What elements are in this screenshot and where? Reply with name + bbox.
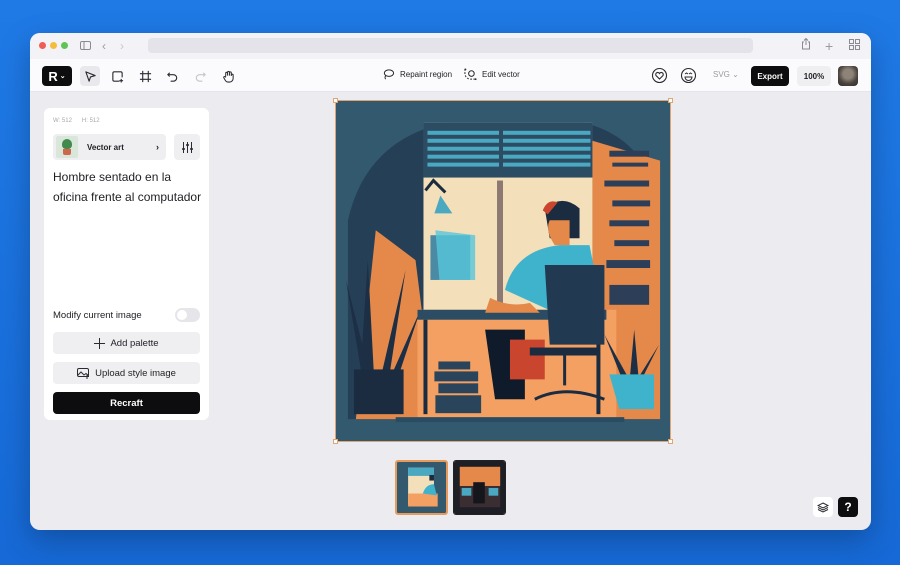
- hand-icon: [222, 70, 234, 83]
- repaint-region-label: Repaint region: [400, 70, 453, 79]
- style-settings-button[interactable]: [174, 134, 200, 160]
- app-logo-menu[interactable]: R ⌄: [42, 66, 72, 86]
- browser-titlebar: ‹ › +: [30, 33, 871, 59]
- canvas-image-frame[interactable]: [333, 98, 673, 444]
- redo-icon: [195, 71, 206, 82]
- zoom-window-button[interactable]: [61, 42, 68, 49]
- close-window-button[interactable]: [39, 42, 46, 49]
- style-name: Vector art: [87, 142, 124, 152]
- width-label: W: 512: [53, 118, 72, 124]
- variation-thumbnails: [395, 460, 506, 515]
- redo-button[interactable]: [190, 66, 210, 86]
- crop-icon: [139, 70, 151, 82]
- recraft-logo-icon: R: [48, 68, 58, 84]
- select-tool-button[interactable]: [80, 66, 100, 86]
- edit-vector-label: Edit vector: [482, 70, 520, 79]
- app-toolbar: R ⌄ Repaint region Edit vector SVG ⌄ Exp…: [30, 59, 871, 92]
- vector-pen-icon: [464, 68, 477, 81]
- layers-button[interactable]: [813, 497, 833, 517]
- thumbnail-2[interactable]: [453, 460, 506, 515]
- style-thumbnail: [56, 136, 78, 158]
- new-tab-icon[interactable]: +: [825, 38, 833, 54]
- user-avatar[interactable]: [838, 66, 858, 86]
- undo-icon: [166, 71, 177, 82]
- add-palette-label: Add palette: [110, 337, 159, 349]
- height-label: H: 512: [81, 118, 100, 124]
- edit-vector-button[interactable]: Edit vector: [464, 68, 520, 81]
- thumbnail-1[interactable]: [395, 460, 448, 515]
- add-palette-button[interactable]: Add palette: [53, 332, 200, 354]
- undo-button[interactable]: [162, 66, 182, 86]
- resize-handle-bottom-left[interactable]: [333, 439, 338, 444]
- thumbnail-image: [397, 462, 446, 513]
- upload-style-image-label: Upload style image: [95, 367, 176, 379]
- layers-icon: [817, 501, 829, 513]
- export-button[interactable]: Export: [751, 66, 789, 86]
- back-icon[interactable]: ‹: [102, 38, 106, 54]
- tab-overview-icon[interactable]: [849, 38, 860, 54]
- resize-handle-top-right[interactable]: [668, 98, 673, 103]
- chevron-down-icon: ⌄: [732, 70, 739, 79]
- image-dimensions: W: 512 H: 512: [53, 118, 100, 124]
- prompt-textarea[interactable]: Hombre sentado en la oficina frente al c…: [53, 168, 203, 207]
- format-value: SVG: [713, 70, 730, 79]
- modify-current-image-row: Modify current image: [53, 308, 200, 322]
- upload-style-image-button[interactable]: Upload style image: [53, 362, 200, 384]
- help-button[interactable]: ?: [838, 497, 858, 517]
- sliders-icon: [181, 141, 193, 153]
- lasso-icon: [383, 69, 395, 80]
- modify-current-image-label: Modify current image: [53, 309, 142, 321]
- frame-tool-button[interactable]: [107, 66, 127, 86]
- chevron-down-icon: ⌄: [59, 73, 66, 80]
- zoom-level-button[interactable]: 100%: [797, 66, 831, 86]
- generation-panel: W: 512 H: 512 Vector art › Hombre sentad…: [44, 108, 209, 420]
- favorite-heart-icon[interactable]: [651, 67, 668, 84]
- help-icon: ?: [844, 500, 852, 514]
- resize-handle-top-left[interactable]: [333, 98, 338, 103]
- share-icon[interactable]: [801, 37, 811, 54]
- repaint-region-button[interactable]: Repaint region: [382, 68, 452, 81]
- hand-tool-button[interactable]: [218, 66, 238, 86]
- plus-icon: [94, 337, 106, 349]
- recraft-button[interactable]: Recraft: [53, 392, 200, 414]
- pointer-icon: [84, 70, 96, 82]
- modify-current-image-toggle[interactable]: [175, 308, 200, 322]
- forward-icon[interactable]: ›: [120, 38, 124, 54]
- format-select[interactable]: SVG ⌄: [713, 70, 739, 79]
- add-frame-icon: [111, 70, 123, 83]
- style-selector-button[interactable]: Vector art ›: [53, 134, 166, 160]
- thumbnail-image: [454, 461, 505, 514]
- emoji-face-icon[interactable]: [680, 67, 697, 84]
- minimize-window-button[interactable]: [50, 42, 57, 49]
- address-bar[interactable]: [148, 38, 753, 53]
- chevron-right-icon: ›: [156, 142, 159, 152]
- sidebar-icon[interactable]: [80, 38, 91, 54]
- browser-window: ‹ › + R ⌄ Repaint region Edit vector SVG…: [30, 33, 871, 530]
- generated-image: [336, 101, 670, 441]
- image-upload-icon: [77, 367, 90, 379]
- resize-handle-bottom-right[interactable]: [668, 439, 673, 444]
- crop-tool-button[interactable]: [135, 66, 155, 86]
